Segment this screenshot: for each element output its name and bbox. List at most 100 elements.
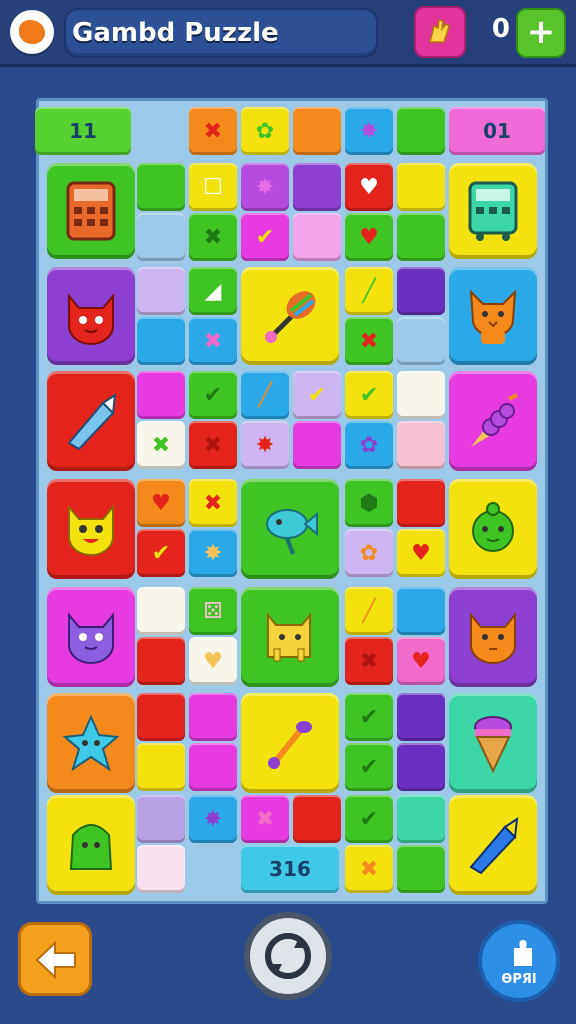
tile-cross-green[interactable]: ✖ [189, 213, 237, 261]
tile-red[interactable] [293, 795, 341, 843]
big-tile-calculator-teal[interactable] [449, 163, 537, 259]
tile-pen-blue[interactable]: ╱ [241, 371, 289, 419]
grape-icecream-icon [449, 371, 537, 471]
tile-magenta[interactable] [189, 743, 237, 791]
tile-lilac[interactable] [137, 795, 185, 843]
tile-check-green[interactable]: ✔ [345, 693, 393, 741]
hand-icon [429, 19, 450, 43]
tile-check-green[interactable]: ✔ [189, 371, 237, 419]
tile-blob-yellow[interactable]: ✿ [241, 107, 289, 155]
hint-button[interactable]: ƟPЯI [478, 920, 560, 1002]
tile-heart-yellow[interactable]: ♥ [397, 529, 445, 577]
tile-cross-green[interactable]: ✖ [345, 317, 393, 365]
score-counter: 0 [491, 14, 510, 44]
big-tile-fish[interactable] [241, 479, 339, 579]
tile-cross-yellow[interactable]: ✖ [189, 479, 237, 527]
tile-magenta[interactable] [137, 371, 185, 419]
tile-flower-lilac[interactable]: ✿ [345, 529, 393, 577]
restart-button[interactable] [244, 912, 332, 1000]
big-tile-crayon[interactable] [47, 371, 135, 471]
tile-star-blue[interactable]: ✸ [189, 795, 237, 843]
tile-blue[interactable] [137, 317, 185, 365]
tile-purple[interactable] [397, 743, 445, 791]
tile-heart-green[interactable]: ♥ [345, 213, 393, 261]
tile-square-yellow[interactable]: ☐ [189, 163, 237, 211]
big-tile-grapes[interactable] [449, 371, 537, 471]
big-tile-purple-cat[interactable] [47, 587, 135, 687]
big-tile-calculator[interactable] [47, 163, 135, 259]
tile-teal[interactable] [397, 795, 445, 843]
tile-heart-pink[interactable]: ♥ [397, 637, 445, 685]
tile-star-magenta[interactable]: ✖ [241, 795, 289, 843]
tile-green[interactable] [397, 845, 445, 893]
tile-blue[interactable] [137, 213, 185, 261]
tile-white[interactable] [397, 371, 445, 419]
tile-cross-red[interactable]: ✖ [345, 637, 393, 685]
big-tile-star-orange[interactable] [47, 693, 135, 793]
ice-cream-icon [449, 693, 537, 793]
big-tile-wand[interactable] [241, 693, 339, 793]
tile-yellow[interactable] [397, 163, 445, 211]
counter-label: 316 [269, 857, 311, 881]
game-logo-icon[interactable] [10, 10, 54, 54]
tile-check-magenta[interactable]: ✔ [241, 213, 289, 261]
tile-orange[interactable] [293, 107, 341, 155]
tile-check-red[interactable]: ✔ [137, 529, 185, 577]
tile-check-lilac[interactable]: ✔ [293, 371, 341, 419]
tile-star-blue[interactable]: ✸ [189, 529, 237, 577]
tile-green[interactable] [137, 163, 185, 211]
big-tile-cat-block[interactable] [241, 587, 339, 687]
tile-star-lilac[interactable]: ✸ [241, 421, 289, 469]
tile-dice-green[interactable]: ⚄ [189, 587, 237, 635]
tile-purple[interactable] [397, 693, 445, 741]
big-tile-red-cat[interactable] [47, 267, 135, 365]
tile-white[interactable] [137, 587, 185, 635]
tile-cross-red[interactable]: ✖ [189, 421, 237, 469]
back-button[interactable] [18, 922, 92, 996]
big-tile-fox[interactable] [449, 267, 537, 365]
big-tile-cat-yellow[interactable] [47, 479, 135, 579]
tile-purple[interactable] [397, 267, 445, 315]
tile-red[interactable] [137, 637, 185, 685]
tile-lightblue[interactable] [397, 317, 445, 365]
tile-blue[interactable] [397, 587, 445, 635]
star-creature-icon [47, 693, 135, 793]
big-tile-orange-cat[interactable] [449, 587, 537, 687]
tile-blush[interactable] [397, 421, 445, 469]
tile-purple[interactable] [293, 163, 341, 211]
tile-green[interactable] [397, 213, 445, 261]
tile-pink[interactable] [293, 213, 341, 261]
tile-red[interactable] [397, 479, 445, 527]
tile-pen-yellow[interactable]: ╱ [345, 267, 393, 315]
tile-check-green[interactable]: ✔ [345, 795, 393, 843]
tile-flower-blue[interactable]: ✿ [345, 421, 393, 469]
tile-star-purple[interactable]: ✸ [241, 163, 289, 211]
tile-star-blue[interactable]: ✸ [345, 107, 393, 155]
tile-check-green[interactable]: ✔ [345, 743, 393, 791]
tile-pen-yellow[interactable]: ╱ [345, 587, 393, 635]
big-tile-icecream[interactable] [449, 693, 537, 793]
tile-cross-yellow[interactable]: ✖ [345, 845, 393, 893]
add-button[interactable]: + [516, 8, 566, 58]
big-tile-lollipop[interactable] [241, 267, 339, 365]
tile-yellow[interactable] [137, 743, 185, 791]
tile-leaf-green[interactable]: ◢ [189, 267, 237, 315]
big-tile-bag[interactable] [47, 795, 135, 895]
tile-magenta[interactable] [293, 421, 341, 469]
tile-barrel-green[interactable]: ⬢ [345, 479, 393, 527]
tile-green[interactable] [397, 107, 445, 155]
tile-check-yellow[interactable]: ✔ [345, 371, 393, 419]
tile-red[interactable] [137, 693, 185, 741]
tile-cross-white[interactable]: ✖ [137, 421, 185, 469]
tile-magenta[interactable] [189, 693, 237, 741]
tile-blush[interactable] [137, 845, 185, 893]
big-tile-crayon-blue[interactable] [449, 795, 537, 895]
tile-lilac[interactable] [137, 267, 185, 315]
tile-heart-red[interactable]: ♥ [345, 163, 393, 211]
tile-cross-orange[interactable]: ✖ [189, 107, 237, 155]
shop-button[interactable] [414, 6, 466, 58]
tile-cross-blue[interactable]: ✖ [189, 317, 237, 365]
big-tile-turtle[interactable] [449, 479, 537, 579]
tile-heart-orange[interactable]: ♥ [137, 479, 185, 527]
tile-heart-white[interactable]: ♥ [189, 637, 237, 685]
